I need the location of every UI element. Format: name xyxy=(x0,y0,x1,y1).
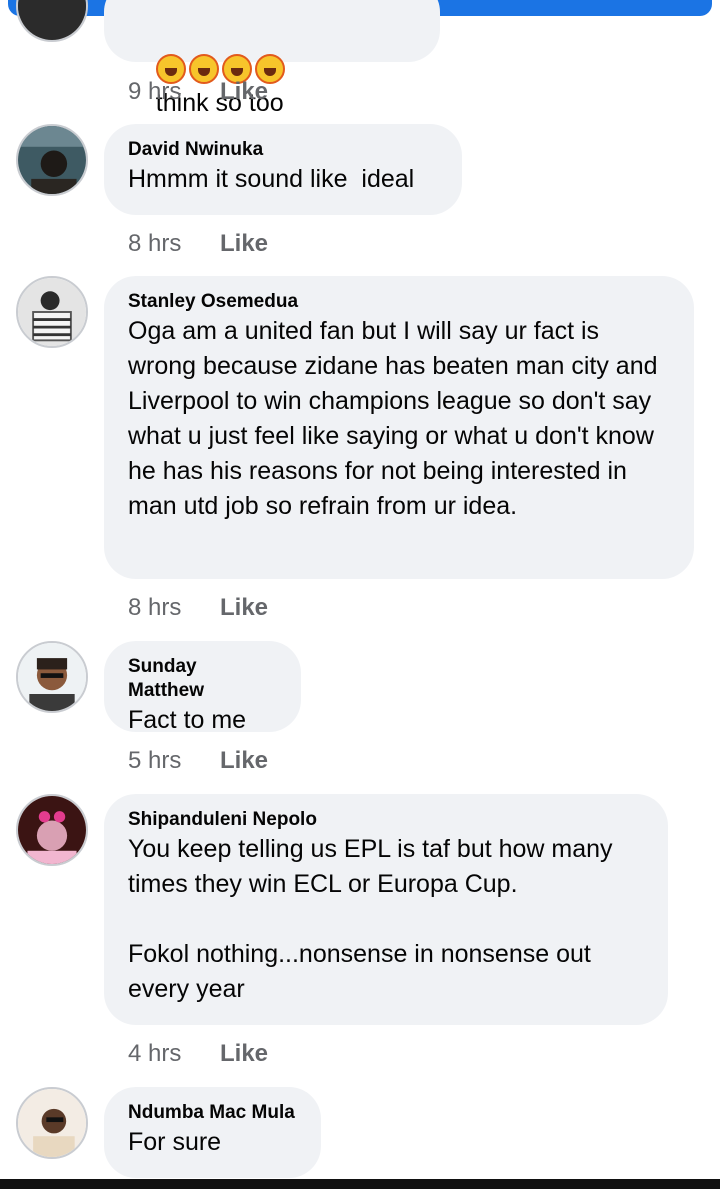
like-button[interactable]: Like xyxy=(220,230,268,257)
avatar[interactable] xyxy=(16,276,88,348)
comment-text: Oga am a united fan but I will say ur fa… xyxy=(128,317,665,520)
comment-time: 9 hrs xyxy=(128,78,182,105)
comment-text: Fact to me xyxy=(128,706,247,734)
comment-time: 4 hrs xyxy=(128,1040,182,1067)
comment-time: 8 hrs xyxy=(128,594,182,621)
comment-bubble: Stanley Osemedua Oga am a united fan but… xyxy=(104,276,694,579)
comment-bubble: Ndumba Mac Mula For sure xyxy=(104,1087,321,1178)
avatar[interactable] xyxy=(16,124,88,196)
comment-bubble: Sunday Matthew Fact to me xyxy=(104,641,301,734)
comment-meta: 8 hrs Like xyxy=(128,228,268,260)
comment-time: 8 hrs xyxy=(128,230,182,257)
commenter-name[interactable]: Ndumba Mac Mula xyxy=(128,1101,297,1125)
comment-meta: 5 hrs Like xyxy=(128,745,268,777)
avatar[interactable] xyxy=(16,794,88,866)
comment-bubble: David Nwinuka Hmmm it sound like ideal xyxy=(104,124,462,215)
comment-meta: 8 hrs Like xyxy=(128,592,268,624)
like-button[interactable]: Like xyxy=(220,594,268,621)
commenter-name[interactable]: Shipanduleni Nepolo xyxy=(128,808,644,832)
like-button[interactable]: Like xyxy=(220,747,268,774)
comment-text: For sure xyxy=(128,1128,222,1156)
commenter-name[interactable]: Sunday Matthew xyxy=(128,655,277,703)
avatar[interactable] xyxy=(16,641,88,713)
comment-bubble: Shipanduleni Nepolo You keep telling us … xyxy=(104,794,668,1025)
commenter-name[interactable]: David Nwinuka xyxy=(128,138,438,162)
bottom-bar xyxy=(0,1179,720,1189)
comment-meta: 4 hrs Like xyxy=(128,1038,268,1070)
avatar[interactable] xyxy=(16,1087,88,1159)
comment-time: 5 hrs xyxy=(128,747,182,774)
like-button[interactable]: Like xyxy=(220,1040,268,1067)
comment-meta: 9 hrs Like xyxy=(128,76,268,108)
comment-text: Hmmm it sound like ideal xyxy=(128,165,415,193)
commenter-name[interactable]: Stanley Osemedua xyxy=(128,290,670,314)
comment-bubble: think so too xyxy=(104,0,440,117)
like-button[interactable]: Like xyxy=(220,78,268,105)
comment-text: You keep telling us EPL is taf but how m… xyxy=(128,835,613,1003)
avatar[interactable] xyxy=(16,0,88,42)
